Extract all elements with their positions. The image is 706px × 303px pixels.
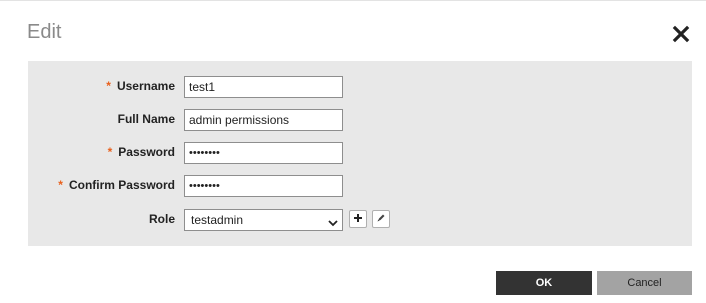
required-marker: * — [107, 145, 113, 159]
dialog-title: Edit — [27, 21, 62, 43]
full-name-row: Full Name — [28, 109, 692, 131]
confirm-password-input[interactable] — [184, 175, 343, 197]
chevron-down-icon — [328, 216, 338, 227]
username-input[interactable] — [184, 76, 343, 98]
confirm-password-label: * Confirm Password — [58, 178, 175, 192]
edit-dialog: Edit *Username Full Name *Password — [0, 0, 706, 303]
username-row: * Username — [28, 76, 692, 98]
role-select-value: testadmin — [191, 213, 244, 227]
confirm-password-row: * Confirm Password — [28, 175, 692, 197]
add-role-button[interactable] — [349, 210, 367, 228]
required-marker: * — [58, 178, 63, 192]
full-name-label: Full Name — [117, 112, 175, 126]
password-input[interactable] — [184, 142, 343, 164]
cancel-button[interactable]: Cancel — [597, 271, 692, 295]
role-label: Role — [148, 212, 175, 226]
plus-icon — [353, 210, 363, 228]
full-name-input[interactable] — [184, 109, 343, 131]
edit-role-button[interactable] — [372, 210, 390, 228]
close-icon[interactable] — [672, 25, 690, 43]
role-row: Role testadmin — [28, 209, 692, 231]
password-row: * Password — [28, 142, 692, 164]
form-panel: *Username Full Name *Password *Confirm P… — [28, 61, 692, 246]
required-marker: * — [106, 79, 111, 93]
password-label: * Password — [107, 145, 175, 159]
role-select[interactable]: testadmin — [184, 209, 343, 231]
pencil-icon — [376, 210, 386, 228]
username-label: * Username — [106, 79, 175, 93]
ok-button[interactable]: OK — [496, 271, 592, 295]
